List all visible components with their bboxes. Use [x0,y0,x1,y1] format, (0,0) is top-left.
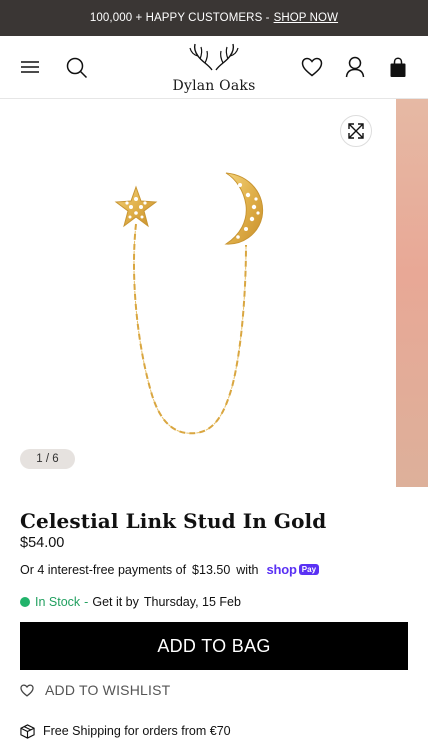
shop-pay-badge[interactable]: shop Pay [267,562,320,577]
search-icon[interactable] [64,55,90,81]
wishlist-label: ADD TO WISHLIST [45,682,171,698]
stock-status: In Stock - Get it by Thursday, 15 Feb [20,595,241,609]
product-price: $54.00 [20,535,65,551]
image-counter: 1 / 6 [20,449,75,469]
shipping-label: Free Shipping for orders from €70 [43,724,231,738]
bag-icon[interactable] [386,55,410,79]
antler-logo-icon [189,43,239,71]
shop-pay-word: shop [266,562,297,577]
expand-icon [348,123,364,139]
menu-icon[interactable] [18,57,42,77]
shop-now-link[interactable]: SHOP NOW [274,12,338,24]
next-product-image[interactable] [396,99,428,487]
shipping-info: Free Shipping for orders from €70 [20,721,231,741]
zoom-button[interactable] [340,115,372,147]
announcement-bar: 100,000 + HAPPY CUSTOMERS - SHOP NOW [0,0,428,36]
installment-amount: $13.50 [192,562,231,577]
in-stock-dot-icon [20,597,30,607]
delivery-prefix: Get it by [92,595,139,609]
package-icon [20,723,35,739]
announcement-text: 100,000 + HAPPY CUSTOMERS - [89,12,270,24]
product-title: Celestial Link Stud In Gold [20,509,327,533]
logo-text: Dylan Oaks [172,78,256,94]
earring-illustration [114,172,264,435]
product-gallery[interactable]: 1 / 6 [0,99,428,487]
heart-icon [20,683,34,697]
site-header: Dylan Oaks [0,36,428,99]
installments-info: Or 4 interest-free payments of $13.50 wi… [20,562,320,577]
shop-pay-pill: Pay [298,564,320,575]
site-logo[interactable]: Dylan Oaks [164,42,264,94]
account-icon[interactable] [343,55,367,79]
wishlist-heart-icon[interactable] [300,55,324,79]
in-stock-label: In Stock [35,595,81,609]
delivery-date: Thursday, 15 Feb [143,595,241,609]
product-image[interactable]: 1 / 6 [0,99,396,487]
stock-separator: - [84,595,89,609]
installments-suffix: with [236,562,259,577]
installments-prefix: Or 4 interest-free payments of [20,562,187,577]
add-to-wishlist-link[interactable]: ADD TO WISHLIST [20,680,170,700]
add-to-bag-button[interactable]: ADD TO BAG [20,622,408,670]
